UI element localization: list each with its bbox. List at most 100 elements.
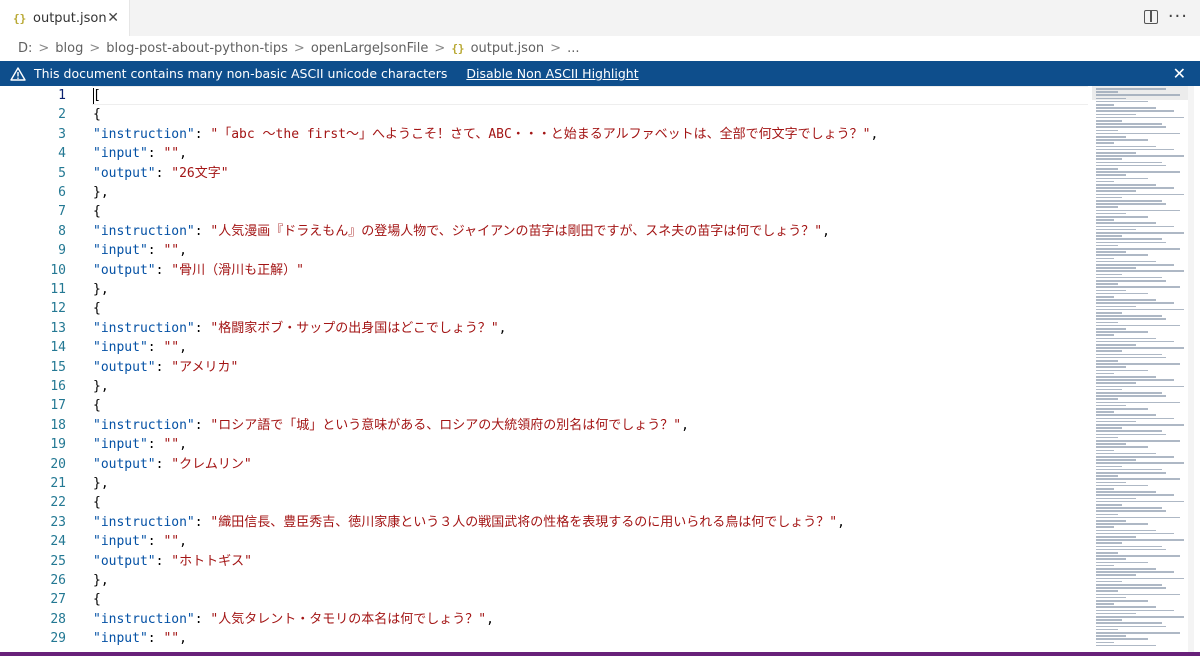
- code-line[interactable]: "output": "骨川（滑川も正解）": [93, 261, 304, 280]
- disable-highlight-link[interactable]: Disable Non ASCII Highlight: [466, 66, 638, 81]
- minimap-line: [1096, 104, 1114, 106]
- code-line[interactable]: "input": "",: [93, 144, 187, 163]
- breadcrumb-item-drive[interactable]: D:: [18, 41, 32, 56]
- code-line[interactable]: "output": "クレムリン": [93, 455, 252, 474]
- minimap-line: [1096, 270, 1184, 272]
- line-number: 11: [50, 282, 66, 297]
- code-line[interactable]: },: [93, 474, 109, 493]
- minimap-line: [1096, 238, 1162, 240]
- minimap-line: [1096, 235, 1122, 237]
- code-line[interactable]: {: [93, 202, 101, 221]
- close-icon[interactable]: ✕: [1173, 64, 1186, 83]
- code-line[interactable]: "input": "",: [93, 338, 187, 357]
- minimap-line: [1096, 420, 1136, 423]
- minimap-line: [1096, 292, 1148, 295]
- minimap-line: [1096, 136, 1126, 138]
- more-actions-icon[interactable]: ···: [1168, 6, 1188, 27]
- minimap-line: [1096, 107, 1156, 109]
- minimap-line: [1096, 510, 1166, 512]
- line-number: 19: [50, 437, 66, 453]
- line-number-gutter: 1 2 3 4 5 6 7 8 9 10 11 12 13 14 15 16 17 18 19 20 21 22 23 24 2…: [0, 86, 70, 652]
- code-line[interactable]: {: [93, 105, 101, 124]
- minimap-line: [1096, 196, 1122, 199]
- code-line[interactable]: "output": "ホトトギス": [93, 552, 252, 571]
- minimap-line: [1096, 564, 1114, 567]
- code-line[interactable]: "instruction": "織田信長、豊臣秀吉、徳川家康という３人の戦国武将…: [93, 513, 845, 532]
- code-line[interactable]: "input": "",: [93, 532, 187, 551]
- code-line[interactable]: {: [93, 493, 101, 512]
- code-line[interactable]: },: [93, 377, 109, 396]
- minimap-line: [1096, 260, 1156, 263]
- minimap-line: [1096, 328, 1126, 330]
- vertical-scrollbar[interactable]: [1188, 86, 1194, 652]
- minimap-line: [1096, 97, 1126, 100]
- minimap-line: [1096, 478, 1180, 480]
- minimap-line: [1096, 321, 1118, 324]
- minimap-line: [1096, 123, 1162, 125]
- minimap[interactable]: [1092, 86, 1194, 652]
- minimap-line: [1096, 443, 1126, 445]
- code-line[interactable]: "instruction": "人気漫画『ドラえもん』の登場人物で、ジャイアンの…: [93, 222, 830, 241]
- minimap-line: [1096, 155, 1184, 157]
- code-line[interactable]: "instruction": "格闘家ボブ・サップの出身国はどこでしょう？",: [93, 319, 507, 338]
- code-line[interactable]: "instruction": "「abc ～the first～」へようこそ！さ…: [93, 125, 878, 144]
- code-line[interactable]: "input": "",: [93, 629, 187, 648]
- line-number: 27: [50, 592, 66, 608]
- line-number: 15: [50, 359, 66, 375]
- minimap-line: [1096, 382, 1136, 384]
- breadcrumb-item-file[interactable]: output.json: [471, 41, 545, 56]
- line-number: 22: [50, 495, 66, 511]
- json-file-icon: {}: [13, 11, 27, 25]
- minimap-line: [1096, 440, 1180, 442]
- minimap-line: [1096, 529, 1156, 532]
- minimap-line: [1096, 113, 1136, 116]
- minimap-line: [1096, 206, 1118, 208]
- code-area[interactable]: [{"instruction": "「abc ～the first～」へようこそ…: [93, 86, 1083, 652]
- breadcrumb-item-project[interactable]: blog-post-about-python-tips: [106, 41, 288, 56]
- minimap-line: [1096, 225, 1174, 228]
- minimap-line: [1096, 587, 1166, 589]
- code-line[interactable]: },: [93, 280, 109, 299]
- minimap-line: [1096, 580, 1122, 583]
- minimap-line: [1096, 542, 1122, 544]
- breadcrumb-item-folder[interactable]: openLargeJsonFile: [311, 41, 429, 56]
- code-line[interactable]: [: [93, 86, 101, 105]
- minimap-line: [1096, 622, 1162, 624]
- code-line[interactable]: {: [93, 590, 101, 609]
- code-line[interactable]: "input": "",: [93, 241, 187, 260]
- code-line[interactable]: "input": "",: [93, 435, 187, 454]
- line-number: 29: [50, 631, 66, 647]
- breadcrumb-item-symbols[interactable]: ...: [567, 41, 579, 56]
- code-editor[interactable]: 1 2 3 4 5 6 7 8 9 10 11 12 13 14 15 16 17 18 19 20 21 22 23 24 2…: [0, 86, 1200, 652]
- code-line[interactable]: "instruction": "人気タレント・タモリの本名は何でしょう？",: [93, 610, 494, 629]
- minimap-line: [1096, 302, 1174, 304]
- minimap-line: [1096, 609, 1174, 612]
- minimap-line: [1096, 280, 1166, 282]
- line-number: 1: [58, 88, 66, 103]
- minimap-line: [1096, 132, 1180, 135]
- code-line[interactable]: {: [93, 396, 101, 415]
- minimap-line: [1096, 603, 1114, 605]
- minimap-line: [1096, 472, 1166, 474]
- minimap-line: [1096, 254, 1148, 256]
- line-number: 2: [58, 107, 66, 123]
- minimap-line: [1096, 331, 1148, 333]
- code-line[interactable]: "output": "26文字": [93, 164, 229, 183]
- line-number: 24: [50, 534, 66, 550]
- split-editor-icon[interactable]: [1144, 10, 1158, 24]
- code-line[interactable]: "output": "アメリカ": [93, 358, 238, 377]
- minimap-line: [1096, 600, 1148, 602]
- breadcrumb-item-blog[interactable]: blog: [55, 41, 83, 56]
- minimap-line: [1096, 139, 1148, 141]
- minimap-line: [1096, 625, 1166, 628]
- json-file-icon: {}: [451, 41, 465, 55]
- tab-output-json[interactable]: {} output.json ✕: [0, 0, 130, 36]
- close-icon[interactable]: ✕: [107, 11, 119, 25]
- minimap-line: [1096, 305, 1136, 308]
- code-line[interactable]: },: [93, 571, 109, 590]
- code-line[interactable]: {: [93, 299, 101, 318]
- minimap-line: [1096, 372, 1114, 375]
- minimap-line: [1096, 568, 1156, 570]
- code-line[interactable]: },: [93, 183, 109, 202]
- code-line[interactable]: "instruction": "ロシア語で「城」という意味がある、ロシアの大統領…: [93, 416, 689, 435]
